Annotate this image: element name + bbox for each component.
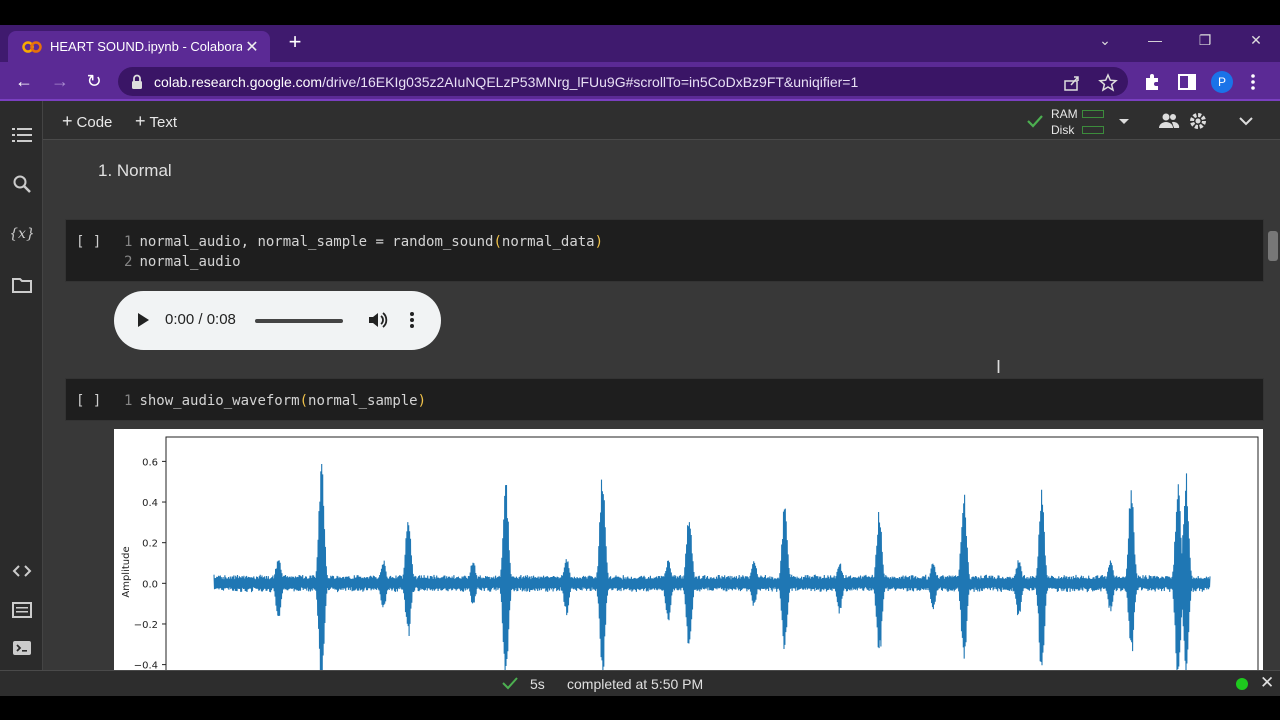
audio-time: 0:00 / 0:08	[165, 311, 236, 328]
code-line: 1 show_audio_waveform(normal_sample)	[124, 393, 426, 409]
side-panel-icon[interactable]	[1177, 72, 1197, 92]
url-host: colab.research.google.com	[154, 73, 323, 90]
forward-arrow-icon[interactable]: →	[48, 70, 72, 92]
volume-icon[interactable]	[367, 310, 389, 330]
execution-duration: 5s	[530, 676, 545, 692]
code-paren: (	[299, 393, 309, 409]
add-code-cell-button[interactable]: + Code	[62, 111, 112, 132]
audio-seek-bar[interactable]	[255, 319, 343, 323]
code-line: 1 normal_audio, normal_sample = random_so…	[124, 234, 603, 250]
video-letterbox-top	[0, 0, 1280, 25]
code-text: normal_audio, normal_sample = random_sou…	[139, 234, 494, 250]
waveform-plot-output: 0.6 0.4 0.2 0.0 −0.2 −0.4 Amplitude	[114, 429, 1263, 670]
completed-check-icon	[502, 677, 518, 690]
y-tick-label: 0.0	[142, 579, 158, 590]
code-text: normal_data	[501, 234, 595, 250]
waveform-series	[213, 463, 1211, 670]
bookmark-star-icon[interactable]	[1098, 73, 1118, 93]
browser-tab-bar: HEART SOUND.ipynb - Colaborat ✕ + ⌄ — ❐ …	[0, 25, 1280, 62]
play-icon[interactable]	[136, 312, 150, 328]
extensions-puzzle-icon[interactable]	[1142, 72, 1162, 92]
url-path: /drive/16EKIg035z2AIuNQELzP53MNrg_lFUu9G…	[322, 73, 859, 90]
terminal-icon[interactable]	[11, 638, 33, 658]
line-number: 1	[124, 393, 133, 409]
svg-text:{x}: {x}	[11, 226, 33, 242]
left-sidebar: {x}	[0, 101, 43, 670]
connection-status-dot	[1236, 678, 1248, 690]
tab-title: HEART SOUND.ipynb - Colaborat	[50, 39, 242, 54]
audio-player: 0:00 / 0:08	[114, 291, 441, 350]
video-letterbox-bottom	[0, 696, 1280, 720]
address-bar: ← → ↻ colab.research.google.com/drive/16…	[0, 62, 1280, 101]
execution-status-message: completed at 5:50 PM	[567, 676, 704, 692]
new-tab-icon[interactable]: +	[284, 31, 306, 54]
run-cell-button[interactable]: [ ]	[76, 234, 101, 250]
url-field[interactable]: colab.research.google.com/drive/16EKIg03…	[118, 67, 1128, 96]
browser-menu-icon[interactable]	[1247, 72, 1259, 92]
close-status-icon[interactable]: ✕	[1260, 673, 1274, 693]
code-text: show_audio_waveform	[139, 393, 300, 409]
plot-frame	[165, 436, 1259, 670]
search-icon[interactable]	[11, 174, 33, 194]
tab-close-icon[interactable]: ✕	[242, 37, 262, 57]
y-tick-label: −0.2	[134, 620, 158, 631]
line-number: 2	[124, 254, 133, 270]
notebook-toolbar: + Code + Text RAM Disk	[43, 101, 1280, 140]
resource-monitor[interactable]: RAM Disk	[1026, 105, 1116, 137]
text-cursor-icon: I	[996, 357, 1002, 377]
notebook-scrollbar[interactable]	[1268, 231, 1278, 261]
back-arrow-icon[interactable]: ←	[12, 70, 36, 92]
line-number: 1	[124, 234, 133, 250]
section-heading: 1. Normal	[98, 161, 172, 180]
minimize-icon[interactable]: —	[1140, 32, 1170, 52]
code-text: normal_audio	[139, 254, 241, 270]
share-icon[interactable]	[1062, 73, 1082, 93]
colab-workspace: {x} +Code +Text RAM Disk	[0, 101, 1280, 670]
code-text: normal_sample	[308, 393, 418, 409]
y-axis-label: Amplitude	[121, 546, 132, 597]
code-cell-1[interactable]: [ ] 1 normal_audio, normal_sample = rando…	[65, 219, 1264, 282]
runtime-dropdown-icon[interactable]	[1113, 111, 1135, 131]
code-paren: )	[417, 393, 427, 409]
collapse-header-chevron-icon[interactable]	[1235, 111, 1257, 131]
lock-icon	[132, 74, 142, 89]
settings-gear-icon[interactable]	[1187, 111, 1209, 131]
code-line: 2 normal_audio	[124, 254, 241, 270]
files-folder-icon[interactable]	[11, 275, 33, 295]
y-tick-label: 0.6	[142, 457, 158, 468]
browser-tab[interactable]: HEART SOUND.ipynb - Colaborat ✕	[8, 31, 270, 62]
add-code-label: Code	[76, 114, 113, 131]
ram-label: RAM	[1051, 107, 1078, 121]
tab-search-chevron-icon[interactable]: ⌄	[1090, 32, 1120, 52]
y-tick-label: 0.2	[142, 539, 158, 550]
restore-icon[interactable]: ❐	[1190, 32, 1220, 52]
table-of-contents-icon[interactable]	[11, 125, 33, 145]
code-cell-2[interactable]: [ ] 1 show_audio_waveform(normal_sample)	[65, 378, 1264, 421]
connected-check-icon	[1027, 115, 1043, 128]
code-paren: )	[594, 234, 604, 250]
variables-icon[interactable]: {x}	[11, 223, 33, 243]
share-people-icon[interactable]	[1158, 111, 1180, 131]
status-bar: 5s completed at 5:50 PM ✕	[0, 670, 1280, 696]
code-paren: (	[493, 234, 502, 250]
y-tick-label: 0.4	[142, 498, 158, 509]
command-palette-icon[interactable]	[11, 600, 33, 620]
add-text-label: Text	[149, 114, 178, 131]
profile-avatar[interactable]: P	[1211, 71, 1233, 93]
reload-icon[interactable]: ↻	[82, 70, 106, 92]
waveform-chart: 0.6 0.4 0.2 0.0 −0.2 −0.4 Amplitude	[121, 436, 1259, 670]
ram-usage-bar	[1082, 110, 1104, 118]
run-cell-button[interactable]: [ ]	[76, 393, 101, 409]
colab-logo-icon	[22, 40, 42, 53]
add-text-cell-button[interactable]: + Text	[135, 111, 177, 132]
code-snippets-icon[interactable]	[11, 561, 33, 581]
close-window-icon[interactable]: ✕	[1241, 32, 1271, 52]
disk-usage-bar	[1082, 126, 1104, 134]
disk-label: Disk	[1051, 123, 1075, 137]
y-tick-label: −0.4	[134, 661, 158, 670]
more-options-icon[interactable]	[408, 310, 416, 330]
